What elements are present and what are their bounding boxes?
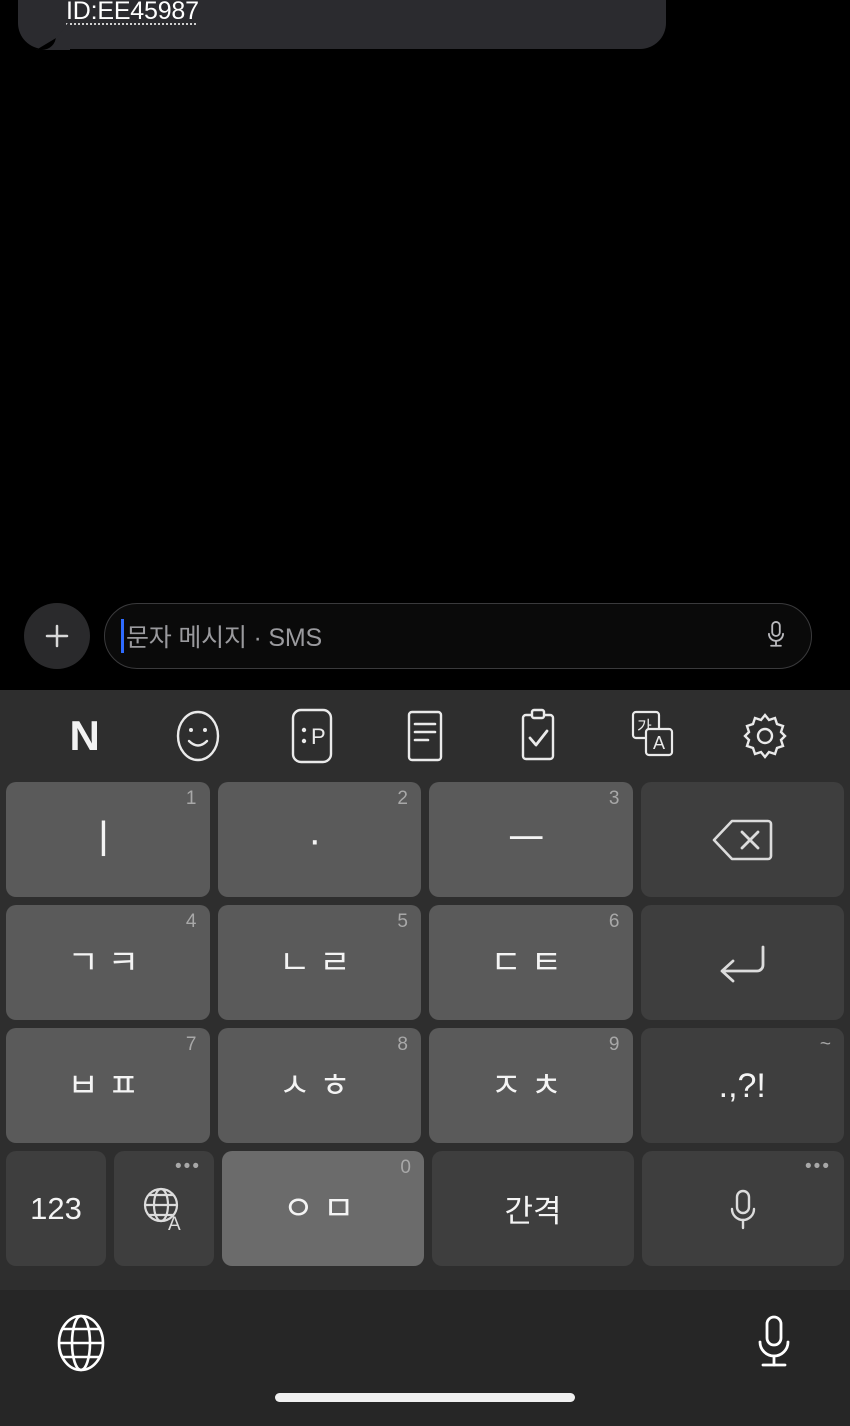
backspace-icon — [712, 819, 773, 860]
keyboard-toolbar: N P 가 A — [0, 690, 850, 782]
message-input-placeholder: 문자 메시지 · SMS — [126, 624, 322, 652]
phone-screen: 저는 요가 선생님인데 나랑 섹수할래요?LINE: ID:EE45987 문자… — [0, 0, 850, 1426]
emoticon-icon[interactable]: P — [281, 705, 343, 767]
attachment-plus-button[interactable] — [24, 603, 90, 669]
key-space[interactable]: 간격 — [432, 1151, 634, 1266]
enter-icon — [720, 945, 765, 982]
korean-keyboard: N P 가 A 1 ㅣ 2 · 3 ㅡ 4 ㄱㅋ 5 ㄴㄹ 6 ㄷㅌ 7 ㅂㅍ … — [0, 690, 850, 1290]
globe-a-icon: A — [143, 1187, 181, 1235]
key-hint-number: 9 — [608, 1034, 620, 1055]
key-voice-input[interactable]: ••• — [642, 1151, 844, 1266]
naver-logo-icon[interactable]: N — [54, 705, 116, 767]
key-dot[interactable]: 2 · — [217, 782, 421, 897]
key-language-globe[interactable]: ••• A — [114, 1151, 214, 1266]
key-123[interactable]: 123 — [6, 1151, 106, 1266]
translate-icon[interactable]: 가 A — [621, 705, 683, 767]
key-siot-hieut[interactable]: 8 ㅅㅎ — [217, 1028, 421, 1143]
key-label: ㅡ — [507, 817, 554, 862]
key-label: ㅂㅍ — [67, 1066, 149, 1105]
key-label: ㅈㅊ — [490, 1066, 572, 1105]
nav-voice-button[interactable] — [750, 1312, 798, 1379]
key-giyeok-kieuk[interactable]: 4 ㄱㅋ — [6, 905, 210, 1020]
key-hint-dots: ••• — [805, 1156, 831, 1177]
microphone-icon — [758, 1315, 790, 1367]
key-label: · — [308, 817, 331, 862]
clipboard-icon[interactable] — [507, 705, 569, 767]
settings-gear-icon[interactable] — [734, 705, 796, 767]
conversation-thread: 저는 요가 선생님인데 나랑 섹수할래요?LINE: ID:EE45987 문자… — [0, 0, 850, 690]
gear-icon — [743, 713, 787, 759]
message-input[interactable]: 문자 메시지 · SMS — [104, 603, 812, 669]
microphone-icon — [730, 1189, 756, 1229]
bubble-tail — [36, 20, 70, 50]
text-caret — [121, 619, 124, 653]
key-label: ㅅㅎ — [278, 1066, 360, 1105]
microphone-icon — [768, 620, 784, 647]
key-hint-number: 7 — [185, 1034, 197, 1055]
key-eu[interactable]: 3 ㅡ — [429, 782, 633, 897]
key-bieup-pieup[interactable]: 7 ㅂㅍ — [6, 1028, 210, 1143]
key-label: ㅣ — [84, 817, 131, 862]
key-label: 간격 — [504, 1194, 562, 1229]
key-hint-number: 1 — [185, 788, 197, 809]
key-label: ㄴㄹ — [278, 943, 360, 982]
keyboard-row-4: 123 ••• A 0 ㅇㅁ 간격 ••• — [6, 1151, 844, 1266]
emoji-face-icon — [176, 710, 220, 762]
emoji-icon[interactable] — [167, 705, 229, 767]
keyboard-row-1: 1 ㅣ 2 · 3 ㅡ — [6, 782, 844, 897]
svg-text:P: P — [311, 724, 326, 749]
message-text: 저는 요가 선생님인데 나랑 섹수할래요?LINE: ID:EE45987 — [66, 0, 199, 25]
home-indicator[interactable] — [275, 1393, 575, 1402]
key-hint-number: 3 — [608, 788, 620, 809]
key-label: ㅇㅁ — [282, 1189, 364, 1228]
nav-language-button[interactable] — [50, 1312, 112, 1379]
svg-text:A: A — [653, 733, 665, 753]
emoticon-card-icon: P — [291, 708, 332, 764]
key-digeut-tieut[interactable]: 6 ㄷㅌ — [429, 905, 633, 1020]
clipboard-check-icon — [522, 708, 555, 761]
key-ieung-mieum[interactable]: 0 ㅇㅁ — [222, 1151, 424, 1266]
keyboard-row-2: 4 ㄱㅋ 5 ㄴㄹ 6 ㄷㅌ — [6, 905, 844, 1020]
plus-icon — [45, 624, 69, 648]
key-hint-number: 0 — [400, 1157, 411, 1178]
key-label: ㄷㅌ — [490, 943, 572, 982]
svg-text:A: A — [168, 1214, 181, 1235]
naver-logo-label: N — [69, 712, 100, 759]
text-snippets-icon[interactable] — [394, 705, 456, 767]
key-label: 123 — [30, 1190, 82, 1226]
key-backspace[interactable] — [640, 782, 844, 897]
compose-bar: 문자 메시지 · SMS — [0, 582, 850, 690]
key-punctuation[interactable]: ~ .,?! — [640, 1028, 844, 1143]
system-navigation-bar — [0, 1290, 850, 1426]
key-enter[interactable] — [640, 905, 844, 1020]
translate-language-icon: 가 A — [631, 710, 673, 757]
key-hint-number: 6 — [608, 911, 620, 932]
key-hint-number: 5 — [397, 911, 408, 932]
key-hint-number: 2 — [397, 788, 408, 809]
key-hint-dots: ••• — [175, 1156, 201, 1177]
voice-input-button[interactable] — [763, 619, 789, 653]
key-hint-number: 8 — [397, 1034, 408, 1055]
keyboard-rows: 1 ㅣ 2 · 3 ㅡ 4 ㄱㅋ 5 ㄴㄹ 6 ㄷㅌ 7 ㅂㅍ 8 ㅅㅎ 9 ㅈ… — [0, 782, 850, 1266]
notes-lines-icon — [407, 710, 443, 762]
key-hint-symbol: ~ — [819, 1034, 831, 1055]
message-row: 저는 요가 선생님인데 나랑 섹수할래요?LINE: ID:EE45987 — [0, 0, 666, 50]
key-label: ㄱㅋ — [67, 943, 149, 982]
key-hint-number: 4 — [185, 911, 197, 932]
key-jieut-chieut[interactable]: 9 ㅈㅊ — [429, 1028, 633, 1143]
globe-icon — [57, 1314, 105, 1372]
keyboard-row-3: 7 ㅂㅍ 8 ㅅㅎ 9 ㅈㅊ ~ .,?! — [6, 1028, 844, 1143]
message-bubble-incoming[interactable]: 저는 요가 선생님인데 나랑 섹수할래요?LINE: ID:EE45987 — [18, 0, 666, 50]
key-nieun-rieul[interactable]: 5 ㄴㄹ — [217, 905, 421, 1020]
key-label: .,?! — [718, 1066, 766, 1105]
key-i[interactable]: 1 ㅣ — [6, 782, 210, 897]
